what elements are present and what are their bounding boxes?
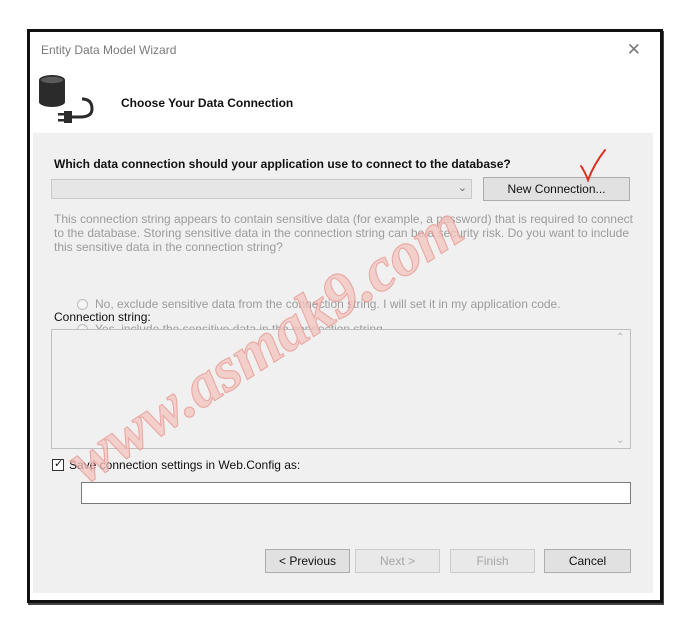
wizard-header: Choose Your Data Connection: [33, 65, 653, 133]
vertical-scrollbar[interactable]: ⌃ ⌄: [613, 330, 630, 448]
previous-button[interactable]: < Previous: [265, 549, 350, 573]
connection-string-textarea[interactable]: ⌃ ⌄: [51, 329, 631, 449]
close-icon[interactable]: ✕: [627, 40, 641, 60]
database-plug-icon: [39, 75, 94, 123]
window-title: Entity Data Model Wizard: [41, 43, 177, 57]
save-settings-checkbox[interactable]: ✓: [52, 458, 64, 471]
connection-question: Which data connection should your applic…: [54, 157, 511, 171]
wizard-dialog: Entity Data Model Wizard ✕ Choose Your D…: [33, 35, 653, 593]
connection-string-label: Connection string:: [54, 310, 151, 324]
save-settings-label: Save connection settings in Web.Config a…: [69, 458, 301, 472]
radio-exclude-sensitive[interactable]: No, exclude sensitive data from the conn…: [77, 297, 561, 311]
annotation-checkmark-icon: [580, 149, 606, 183]
wizard-content: Which data connection should your applic…: [33, 133, 653, 529]
data-connection-dropdown[interactable]: ⌄: [51, 179, 472, 199]
radio-button[interactable]: [77, 298, 88, 310]
cancel-button[interactable]: Cancel: [544, 549, 631, 573]
scroll-down-icon[interactable]: ⌄: [616, 435, 624, 446]
page-heading: Choose Your Data Connection: [121, 96, 294, 110]
next-button[interactable]: Next >: [355, 549, 440, 573]
wizard-footer: < Previous Next > Finish Cancel: [33, 529, 653, 593]
save-settings-row[interactable]: ✓ Save connection settings in Web.Config…: [52, 458, 300, 472]
webconfig-name-input[interactable]: [81, 482, 631, 504]
chevron-down-icon[interactable]: ⌄: [458, 181, 467, 194]
checkmark-icon: ✓: [54, 458, 64, 470]
finish-button[interactable]: Finish: [450, 549, 535, 573]
radio-exclude-label: No, exclude sensitive data from the conn…: [95, 297, 561, 311]
scroll-up-icon[interactable]: ⌃: [616, 332, 624, 343]
title-bar: Entity Data Model Wizard ✕: [33, 35, 653, 65]
sensitive-data-warning: This connection string appears to contai…: [54, 212, 633, 254]
